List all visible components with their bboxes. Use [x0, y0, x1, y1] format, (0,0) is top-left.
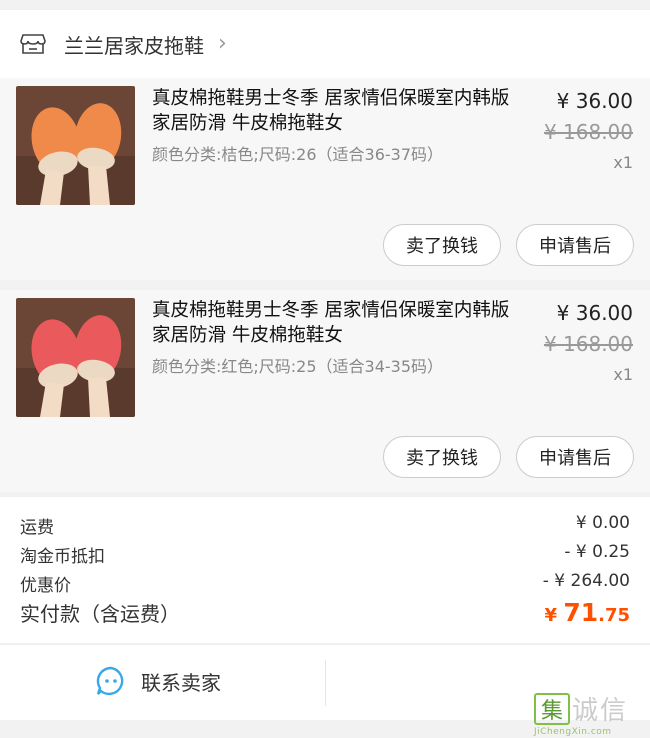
watermark-char: 信	[600, 696, 627, 726]
contact-seller-button[interactable]: 联系卖家	[95, 665, 221, 697]
quantity: x1	[613, 153, 633, 172]
watermark-char: 诚	[572, 696, 599, 726]
total-value: ¥ 71.75	[545, 598, 630, 627]
total-label: 实付款（含运费）	[20, 602, 180, 626]
shop-header[interactable]: 兰兰居家皮拖鞋 ›	[0, 10, 650, 78]
product-price: ¥ 36.00	[556, 301, 633, 325]
discount-row: 优惠价 - ¥ 264.00	[20, 571, 630, 596]
after-sale-button[interactable]: 申请售后	[516, 436, 634, 478]
sell-button[interactable]: 卖了换钱	[383, 224, 501, 266]
watermark-url: JiChengXin.com	[534, 727, 612, 737]
shipping-row: 运费 ¥ 0.00	[20, 513, 630, 538]
chevron-right-icon: ›	[218, 31, 227, 56]
product-title[interactable]: 真皮棉拖鞋男士冬季 居家情侣保暖室内韩版家居防滑 牛皮棉拖鞋女	[152, 86, 522, 136]
order-item[interactable]: 真皮棉拖鞋男士冬季 居家情侣保暖室内韩版家居防滑 牛皮棉拖鞋女 颜色分类:红色;…	[0, 290, 650, 492]
product-price: ¥ 36.00	[556, 89, 633, 113]
shipping-value: ¥ 0.00	[575, 513, 630, 533]
total-decimal: .75	[598, 605, 630, 626]
original-price: ¥ 168.00	[543, 332, 633, 356]
watermark-char: 集	[534, 692, 570, 725]
product-title[interactable]: 真皮棉拖鞋男士冬季 居家情侣保暖室内韩版家居防滑 牛皮棉拖鞋女	[152, 298, 522, 348]
chat-bubble-icon	[95, 665, 127, 697]
after-sale-button[interactable]: 申请售后	[516, 224, 634, 266]
total-row: 实付款（含运费） ¥ 71.75	[20, 598, 630, 627]
original-price: ¥ 168.00	[543, 120, 633, 144]
footer-divider	[325, 660, 326, 706]
product-sku: 颜色分类:桔色;尺码:26（适合36-37码）	[152, 145, 444, 164]
sell-button[interactable]: 卖了换钱	[383, 436, 501, 478]
coin-label: 淘金币抵扣	[20, 547, 105, 567]
shipping-label: 运费	[20, 518, 54, 538]
total-currency: ¥	[544, 605, 564, 626]
coin-row: 淘金币抵扣 - ¥ 0.25	[20, 542, 630, 567]
total-integer: 71	[563, 598, 599, 627]
quantity: x1	[613, 365, 633, 384]
order-summary: 运费 ¥ 0.00 淘金币抵扣 - ¥ 0.25 优惠价 - ¥ 264.00 …	[0, 497, 650, 643]
coin-value: - ¥ 0.25	[564, 542, 630, 562]
discount-value: - ¥ 264.00	[542, 571, 630, 591]
store-icon	[20, 33, 46, 55]
contact-seller-label: 联系卖家	[141, 670, 221, 695]
product-image[interactable]	[16, 86, 135, 205]
discount-label: 优惠价	[20, 576, 71, 596]
product-sku: 颜色分类:红色;尺码:25（适合34-35码）	[152, 357, 444, 376]
product-image[interactable]	[16, 298, 135, 417]
shop-name[interactable]: 兰兰居家皮拖鞋	[64, 30, 204, 59]
order-item[interactable]: 真皮棉拖鞋男士冬季 居家情侣保暖室内韩版家居防滑 牛皮棉拖鞋女 颜色分类:桔色;…	[0, 78, 650, 280]
watermark: 集 诚 信 JiChengXin.com	[534, 690, 646, 737]
